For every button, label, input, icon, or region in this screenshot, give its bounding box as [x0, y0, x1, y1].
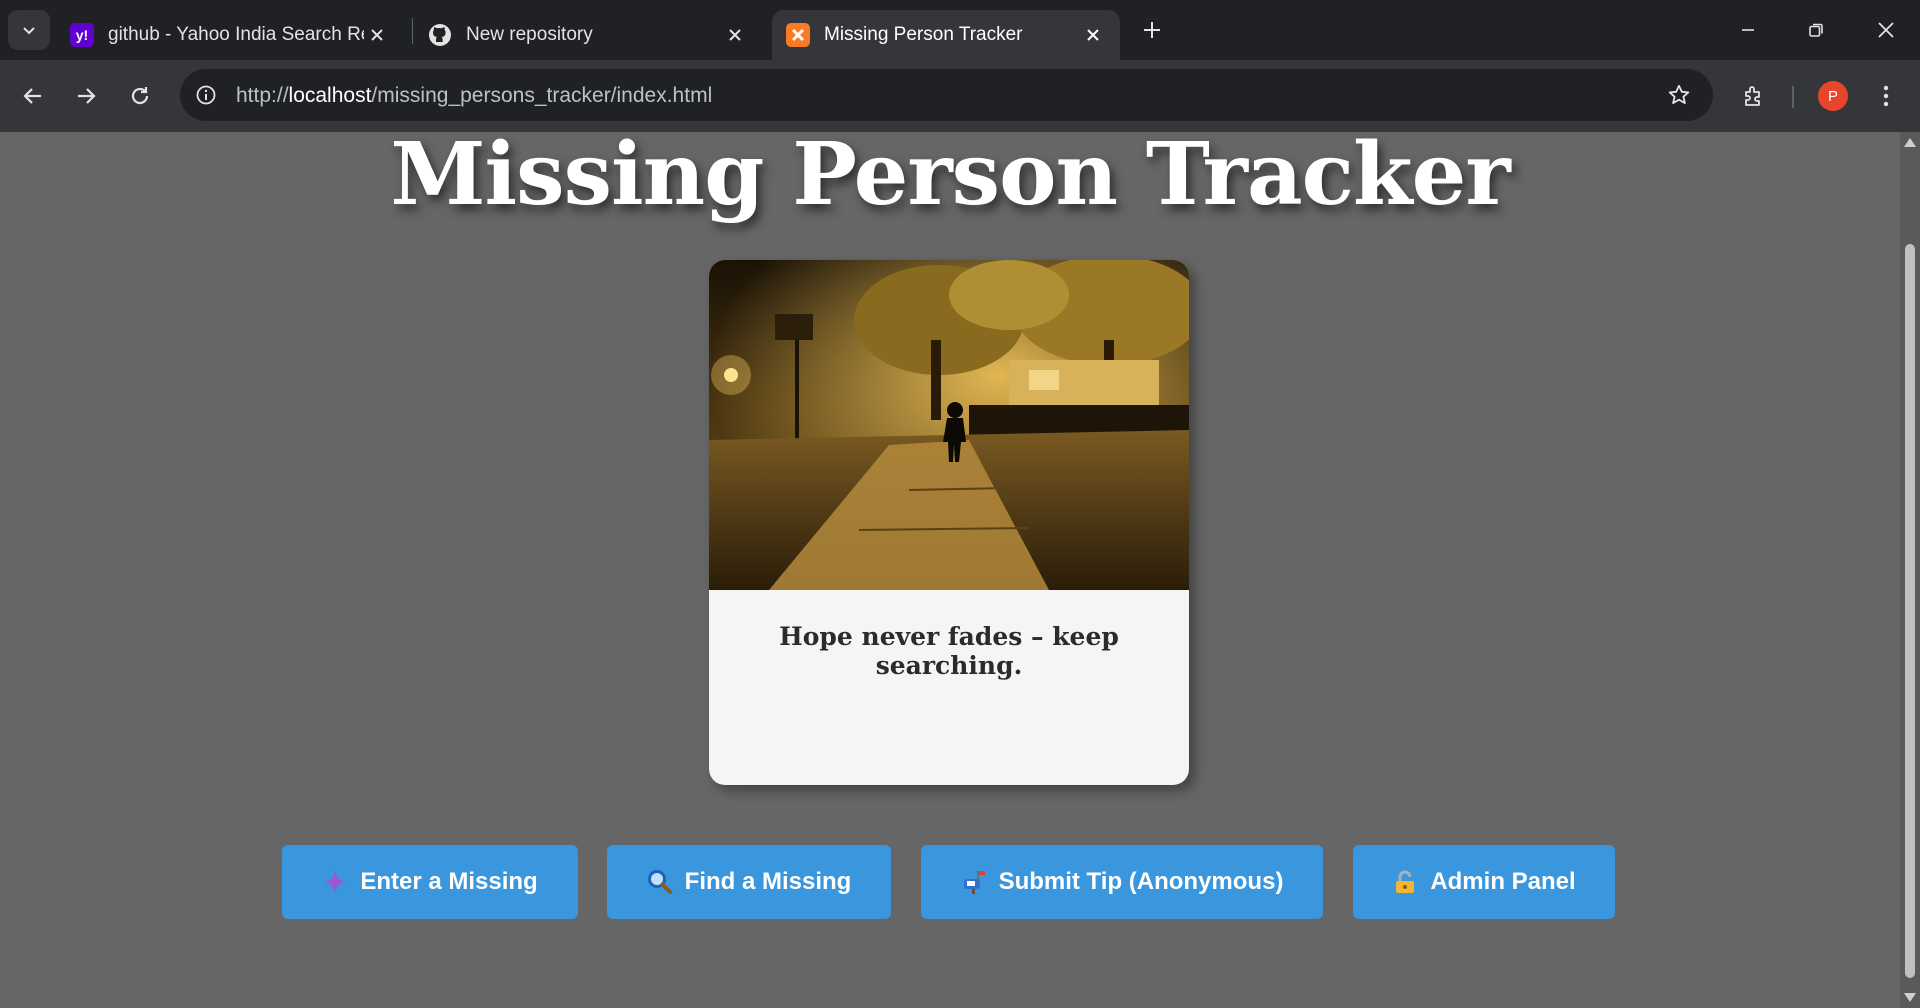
- button-label: Enter a Missing: [360, 868, 538, 895]
- page-title: Missing Person Tracker: [390, 132, 1510, 225]
- restore-button[interactable]: [1792, 8, 1840, 52]
- button-label: Find a Missing: [684, 868, 852, 895]
- chevron-down-icon: [23, 27, 35, 35]
- minimize-button[interactable]: [1724, 8, 1772, 52]
- page-viewport: Missing Person Tracker Hope never fades …: [0, 132, 1900, 1008]
- reload-icon: [131, 87, 149, 105]
- close-window-button[interactable]: [1862, 8, 1910, 52]
- hero-photo: [709, 260, 1189, 590]
- card-caption: Hope never fades – keep searching.: [779, 622, 1119, 680]
- tab-strip: y! github - Yahoo India Search Res New r…: [0, 0, 1920, 60]
- button-label: Submit Tip (Anonymous): [998, 868, 1284, 895]
- xampp-favicon: [786, 23, 810, 47]
- find-missing-button[interactable]: Find a Missing: [607, 845, 891, 919]
- site-info-icon[interactable]: [192, 81, 220, 109]
- kebab-menu-icon: [1883, 85, 1889, 107]
- tab-title: New repository: [466, 24, 593, 45]
- url-text[interactable]: http://localhost/missing_persons_tracker…: [236, 84, 712, 108]
- sparkle-icon: [322, 869, 348, 895]
- tab-new-repository[interactable]: New repository: [414, 10, 762, 60]
- minimize-icon: [1742, 29, 1754, 31]
- magnifier-icon: [647, 869, 673, 895]
- profile-avatar[interactable]: P: [1818, 81, 1848, 111]
- reload-button[interactable]: [120, 76, 160, 116]
- toolbar-separator: [1792, 86, 1794, 108]
- hero-card: Hope never fades – keep searching.: [709, 260, 1189, 785]
- close-tab-icon[interactable]: [1080, 22, 1106, 48]
- bookmark-star-icon[interactable]: [1665, 81, 1693, 109]
- address-bar[interactable]: http://localhost/missing_persons_tracker…: [180, 69, 1713, 121]
- scrollbar-thumb[interactable]: [1905, 244, 1915, 978]
- close-tab-icon[interactable]: [364, 22, 390, 48]
- tab-title: github - Yahoo India Search Res: [108, 24, 364, 45]
- back-arrow-icon: [23, 88, 41, 104]
- vertical-scrollbar[interactable]: [1900, 132, 1920, 1008]
- extensions-button[interactable]: [1734, 76, 1774, 116]
- admin-panel-button[interactable]: Admin Panel: [1353, 845, 1615, 919]
- restore-icon: [1809, 23, 1823, 37]
- puzzle-icon: [1745, 86, 1760, 106]
- scroll-up-arrow-icon[interactable]: [1904, 138, 1916, 147]
- tab-separator: [412, 18, 413, 44]
- lock-icon: [1392, 869, 1418, 895]
- github-favicon: [428, 23, 452, 47]
- enter-missing-button[interactable]: Enter a Missing: [282, 845, 578, 919]
- forward-arrow-icon: [78, 88, 96, 104]
- yahoo-favicon: y!: [70, 23, 94, 47]
- mailbox-icon: [961, 869, 987, 895]
- close-icon: [1878, 22, 1894, 38]
- browser-toolbar: http://localhost/missing_persons_tracker…: [0, 60, 1920, 132]
- button-label: Admin Panel: [1430, 868, 1576, 895]
- tab-yahoo-search[interactable]: y! github - Yahoo India Search Res: [56, 10, 404, 60]
- tab-search-button[interactable]: [8, 10, 50, 50]
- plus-icon: [1144, 22, 1160, 38]
- scroll-down-arrow-icon[interactable]: [1904, 993, 1916, 1002]
- close-tab-icon[interactable]: [722, 22, 748, 48]
- tab-title: Missing Person Tracker: [824, 24, 1023, 45]
- tab-missing-person-tracker[interactable]: Missing Person Tracker: [772, 10, 1120, 60]
- back-button[interactable]: [13, 76, 53, 116]
- menu-button[interactable]: [1866, 76, 1906, 116]
- submit-tip-button[interactable]: Submit Tip (Anonymous): [921, 845, 1323, 919]
- new-tab-button[interactable]: [1136, 14, 1168, 46]
- forward-button[interactable]: [66, 76, 106, 116]
